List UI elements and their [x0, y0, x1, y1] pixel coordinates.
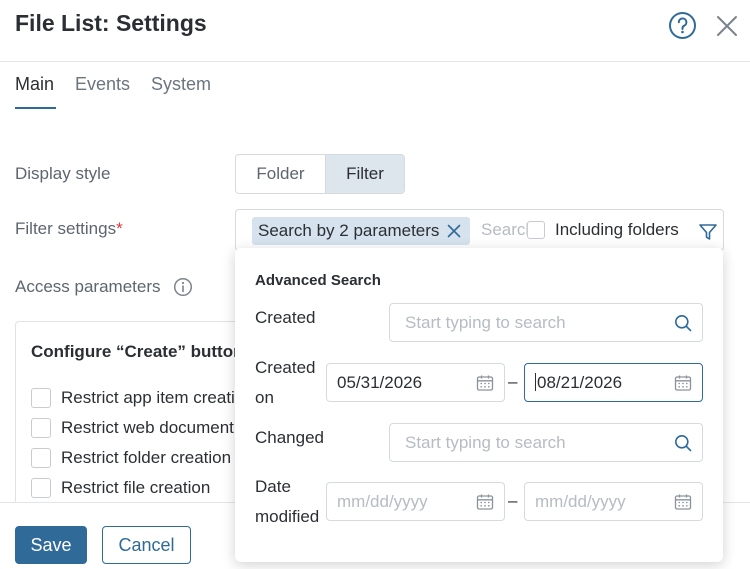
required-mark: *	[116, 219, 123, 238]
changed-search-placeholder: Start typing to search	[405, 433, 566, 452]
advanced-search-popup: Advanced Search Created Start typing to …	[235, 248, 723, 562]
restrict-app-item-checkbox[interactable]	[31, 388, 51, 408]
search-icon	[675, 435, 692, 452]
including-folders-label: Including folders	[555, 220, 679, 239]
created-on-to-input[interactable]: 08/21/2026	[524, 363, 703, 402]
created-on-to-text: 08/21/2026	[537, 373, 623, 392]
restrict-web-document-checkbox[interactable]	[31, 418, 51, 438]
dialog-header: File List: Settings	[0, 0, 750, 62]
created-on-label-line1: Created	[255, 358, 316, 377]
restrict-folder-label: Restrict folder creation	[61, 448, 232, 467]
filter-chip-label: Search by 2 parameters	[258, 221, 440, 240]
save-button[interactable]: Save	[15, 526, 87, 564]
changed-label: Changed	[255, 428, 325, 447]
filter-settings-label: Filter settings*	[15, 219, 123, 239]
date-modified-to-input[interactable]: mm/dd/yyyy	[524, 482, 703, 521]
created-on-label-line2: on	[255, 388, 274, 407]
filter-chip[interactable]: Search by 2 parameters	[252, 217, 471, 245]
display-style-toggle: Folder Filter	[235, 154, 405, 194]
created-label: Created	[255, 308, 316, 327]
filter-settings-label-text: Filter settings	[15, 219, 117, 238]
date-modified-from-input[interactable]: mm/dd/yyyy	[326, 482, 505, 521]
including-folders-checkbox[interactable]	[527, 221, 545, 239]
dialog-title: File List: Settings	[15, 10, 207, 36]
restrict-folder-checkbox[interactable]	[31, 448, 51, 468]
display-style-label: Display style	[15, 164, 111, 183]
info-icon[interactable]	[173, 277, 193, 297]
tab-events[interactable]: Events	[75, 74, 130, 95]
filter-search-input[interactable]: Search	[481, 220, 527, 240]
created-search-placeholder: Start typing to search	[405, 313, 566, 332]
clear-chip-icon[interactable]	[446, 223, 462, 239]
created-on-to-value: 08/21/2026	[535, 373, 622, 393]
display-style-filter[interactable]: Filter	[326, 155, 404, 193]
tab-main[interactable]: Main	[15, 74, 54, 95]
create-button-panel: Configure “Create” button Restrict app i…	[15, 321, 299, 521]
filter-funnel-icon[interactable]	[698, 222, 718, 242]
filter-settings-field[interactable]: Search by 2 parameters Search Including …	[235, 209, 724, 251]
display-style-folder[interactable]: Folder	[236, 155, 326, 193]
created-on-label: Created on	[255, 353, 315, 413]
active-tab-indicator	[15, 107, 56, 109]
calendar-icon[interactable]	[674, 374, 692, 392]
date-modified-from-placeholder: mm/dd/yyyy	[337, 492, 428, 511]
changed-search-input[interactable]: Start typing to search	[389, 423, 703, 462]
close-icon[interactable]	[714, 13, 740, 39]
calendar-icon[interactable]	[674, 493, 692, 511]
created-search-input[interactable]: Start typing to search	[389, 303, 703, 342]
text-caret	[535, 373, 536, 391]
created-on-from-input[interactable]: 05/31/2026	[326, 363, 505, 402]
created-on-from-value: 05/31/2026	[337, 373, 423, 392]
tab-system[interactable]: System	[151, 74, 211, 95]
date-modified-separator: –	[508, 491, 518, 510]
created-on-separator: –	[508, 372, 518, 391]
date-modified-to-placeholder: mm/dd/yyyy	[535, 492, 626, 511]
date-modified-label: Date modified	[255, 472, 319, 532]
date-modified-label-line1: Date	[255, 477, 291, 496]
restrict-app-item-label: Restrict app item creation	[61, 388, 254, 407]
calendar-icon[interactable]	[476, 374, 494, 392]
help-icon[interactable]	[668, 11, 697, 40]
access-parameters-label: Access parameters	[15, 277, 161, 296]
search-icon	[675, 315, 692, 332]
calendar-icon[interactable]	[476, 493, 494, 511]
advanced-search-title: Advanced Search	[255, 272, 381, 289]
restrict-file-checkbox[interactable]	[31, 478, 51, 498]
date-modified-label-line2: modified	[255, 507, 320, 526]
create-panel-title: Configure “Create” button	[31, 342, 244, 361]
restrict-file-label: Restrict file creation	[61, 478, 211, 497]
cancel-button[interactable]: Cancel	[102, 526, 191, 564]
